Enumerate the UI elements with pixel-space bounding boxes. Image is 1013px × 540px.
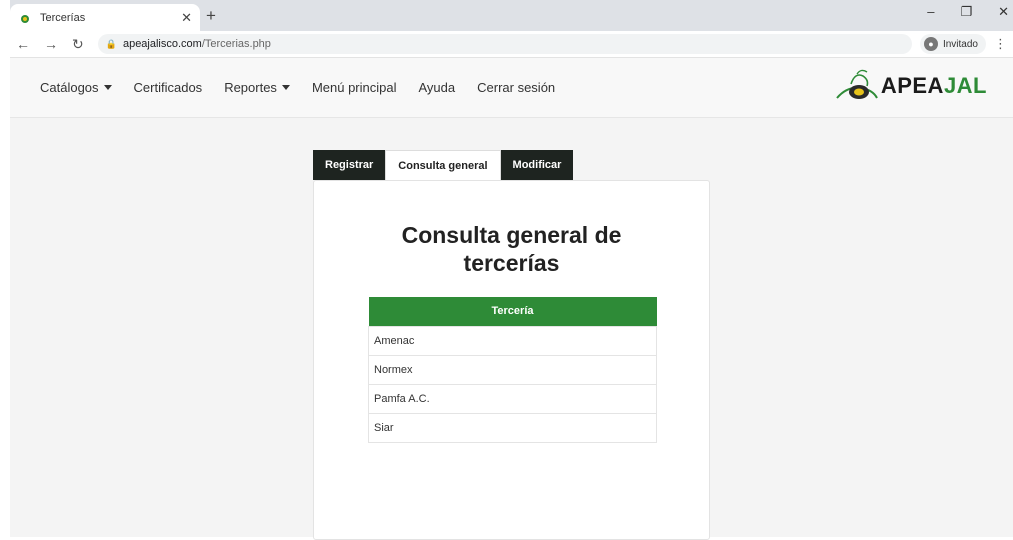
- table-row: Siar: [368, 412, 657, 443]
- nav-reportes[interactable]: Reportes: [224, 80, 290, 95]
- avatar-icon: ●: [923, 37, 938, 51]
- tab-modificar[interactable]: Modificar: [500, 150, 574, 180]
- window-controls: – ❐ ✕: [927, 4, 1013, 20]
- nav-cerrar-sesion[interactable]: Cerrar sesión: [477, 80, 555, 95]
- address-bar: ← → ↻ 🔒 apeajalisco.com/Tercerias.php ● …: [10, 31, 1013, 58]
- avocado-logo-icon: [836, 69, 878, 99]
- browser-tab[interactable]: Tercerías ✕: [10, 4, 200, 31]
- profile-button[interactable]: ● Invitado: [919, 34, 986, 54]
- url-host: apeajalisco.com: [122, 38, 202, 50]
- table-cell: Normex: [368, 354, 657, 385]
- forward-icon[interactable]: →: [44, 36, 58, 52]
- lock-icon: 🔒: [105, 38, 117, 49]
- nav-ayuda[interactable]: Ayuda: [418, 80, 455, 95]
- browser-window: Tercerías ✕ + – ❐ ✕ ← → ↻ 🔒 apeajalisco.…: [10, 0, 1013, 540]
- brand-text: APEAJAL: [880, 73, 987, 98]
- table-cell: Siar: [368, 412, 657, 443]
- table-row: Normex: [368, 354, 657, 385]
- reload-icon[interactable]: ↻: [72, 36, 84, 53]
- tab-registrar[interactable]: Registrar: [313, 150, 386, 180]
- page-content: Catálogos Certificados Reportes Menú pri…: [10, 58, 1013, 540]
- nav-catalogos[interactable]: Catálogos: [40, 80, 112, 95]
- new-tab-button[interactable]: +: [206, 6, 216, 26]
- menu-kebab-icon[interactable]: ⋮: [994, 36, 1007, 52]
- url-path: /Tercerias.php: [201, 38, 271, 50]
- nav-certificados[interactable]: Certificados: [134, 80, 203, 95]
- tab-consulta-general[interactable]: Consulta general: [385, 150, 501, 180]
- back-icon[interactable]: ←: [16, 36, 30, 52]
- table-row: Pamfa A.C.: [368, 383, 657, 414]
- close-window-icon[interactable]: ✕: [998, 4, 1009, 20]
- table-cell: Amenac: [368, 325, 657, 356]
- tab-title: Tercerías: [40, 11, 86, 24]
- tab-strip: Tercerías ✕ + – ❐ ✕: [10, 0, 1013, 31]
- url-field[interactable]: 🔒 apeajalisco.com/Tercerias.php: [97, 34, 912, 54]
- window-edge: [0, 0, 10, 537]
- brand-logo[interactable]: APEAJAL: [833, 68, 987, 104]
- section-tabs: Registrar Consulta general Modificar: [313, 150, 574, 180]
- nav-menu-principal[interactable]: Menú principal: [312, 80, 397, 95]
- site-favicon-icon: [18, 11, 32, 25]
- minimize-icon[interactable]: –: [927, 4, 934, 20]
- column-header-terceria: Tercería: [368, 297, 657, 326]
- profile-label: Invitado: [942, 38, 978, 50]
- restore-icon[interactable]: ❐: [960, 4, 972, 20]
- close-tab-icon[interactable]: ✕: [181, 10, 192, 26]
- table-cell: Pamfa A.C.: [368, 383, 657, 414]
- consulta-card: Consulta general de tercerías Tercería A…: [313, 180, 710, 540]
- top-navbar: Catálogos Certificados Reportes Menú pri…: [10, 58, 1013, 118]
- page-title: Consulta general de tercerías: [401, 222, 622, 276]
- table-row: Amenac: [368, 325, 657, 356]
- tercerias-table: Tercería Amenac Normex Pamfa A.C. Siar: [368, 297, 657, 443]
